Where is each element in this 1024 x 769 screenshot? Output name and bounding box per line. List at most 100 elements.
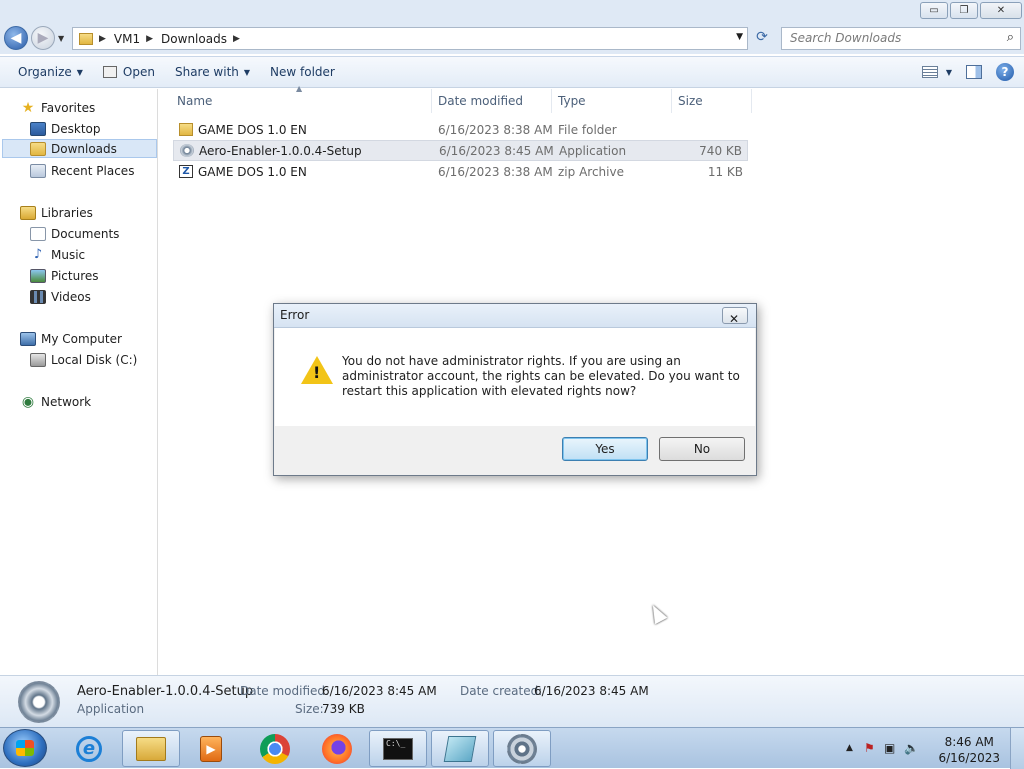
nav-libraries-label: Libraries <box>41 205 93 220</box>
file-date: 6/16/2023 8:45 AM <box>439 143 554 158</box>
nav-network[interactable]: ◉ Network <box>20 392 91 411</box>
taskbar-chrome[interactable] <box>246 730 304 767</box>
details-pane: Aero-Enabler-1.0.0.4-Setup Application D… <box>0 675 1024 727</box>
nav-favorites[interactable]: ★ Favorites <box>20 98 96 117</box>
nav-downloads[interactable]: Downloads <box>2 139 157 158</box>
clock[interactable]: 8:46 AM 6/16/2023 <box>938 734 1000 766</box>
taskbar-notepad[interactable] <box>431 730 489 767</box>
firefox-icon <box>322 733 352 764</box>
column-header-size[interactable]: Size <box>670 89 752 113</box>
nav-local-disk-label: Local Disk (C:) <box>51 352 138 367</box>
column-header-type[interactable]: Type <box>550 89 672 113</box>
breadcrumb-separator-icon[interactable]: ▶ <box>146 34 153 44</box>
nav-documents[interactable]: Documents <box>30 224 119 243</box>
maximize-button[interactable]: ❐ <box>950 2 978 19</box>
action-center-flag-icon[interactable]: ⚑ <box>864 741 875 755</box>
taskbar: e ▶ C:\_ ▲ ⚑ ▣ 🔈 8:46 AM 6/16/2023 <box>0 727 1024 769</box>
file-size: 740 KB <box>699 143 742 158</box>
file-row[interactable]: Aero-Enabler-1.0.0.4-Setup 6/16/2023 8:4… <box>173 140 748 161</box>
file-row[interactable]: Z GAME DOS 1.0 EN 6/16/2023 8:38 AM zip … <box>173 161 748 182</box>
close-button[interactable]: ✕ <box>980 2 1022 19</box>
nav-my-computer[interactable]: My Computer <box>20 329 122 348</box>
recent-pages-dropdown-icon[interactable]: ▼ <box>58 34 64 43</box>
address-bar[interactable]: ▶ VM1 ▶ Downloads ▶ ▼ <box>72 27 748 50</box>
dialog-body: ! You do not have administrator rights. … <box>275 328 755 426</box>
details-file-kind: Application <box>77 702 145 716</box>
dialog-title: Error <box>280 308 310 322</box>
network-globe-icon: ◉ <box>21 393 35 410</box>
nav-videos-label: Videos <box>51 289 91 304</box>
film-icon <box>30 289 46 304</box>
chevron-down-icon: ▼ <box>243 67 251 77</box>
window-titlebar: ▭ ❐ ✕ <box>0 0 1024 24</box>
search-input[interactable]: Search Downloads ⌕ <box>781 27 1021 50</box>
media-player-icon: ▶ <box>200 735 222 762</box>
chevron-down-icon: ▼ <box>76 67 83 77</box>
taskbar-firefox[interactable] <box>308 730 366 767</box>
file-name: GAME DOS 1.0 EN <box>198 164 307 179</box>
start-button[interactable] <box>3 729 47 767</box>
open-icon <box>102 66 117 78</box>
dialog-message: You do not have administrator rights. If… <box>342 354 740 398</box>
refresh-icon[interactable]: ⟳ <box>752 29 772 49</box>
share-with-button[interactable]: Share with ▼ <box>165 57 260 87</box>
network-status-icon[interactable]: ▣ <box>884 741 895 755</box>
help-icon[interactable]: ? <box>996 63 1014 81</box>
preview-pane-icon[interactable] <box>966 65 982 79</box>
address-dropdown-icon[interactable]: ▼ <box>736 32 743 42</box>
setup-gear-icon <box>507 733 537 764</box>
open-button[interactable]: Open <box>93 57 165 87</box>
file-row[interactable]: GAME DOS 1.0 EN 6/16/2023 8:38 AM File f… <box>173 119 748 140</box>
dialog-close-button[interactable]: ✕ <box>722 307 748 326</box>
new-folder-button[interactable]: New folder <box>260 57 345 87</box>
column-header-name[interactable]: Name <box>169 89 432 113</box>
forward-arrow-icon: ▶ <box>37 30 49 46</box>
forward-button[interactable]: ▶ <box>31 26 55 50</box>
nav-music[interactable]: ♪ Music <box>30 245 85 264</box>
minimize-button[interactable]: ▭ <box>920 2 948 19</box>
show-desktop-button[interactable] <box>1010 728 1024 769</box>
nav-local-disk[interactable]: Local Disk (C:) <box>30 350 137 369</box>
share-with-label: Share with <box>174 65 239 79</box>
nav-my-computer-label: My Computer <box>41 331 122 346</box>
file-date: 6/16/2023 8:38 AM <box>438 122 553 137</box>
nav-music-label: Music <box>51 247 86 262</box>
breadcrumb-separator-icon[interactable]: ▶ <box>99 34 106 44</box>
organize-button[interactable]: Organize ▼ <box>0 57 93 87</box>
music-note-icon: ♪ <box>33 246 43 262</box>
taskbar-media-player[interactable]: ▶ <box>182 730 240 767</box>
breadcrumb-vm1[interactable]: VM1 <box>114 32 140 46</box>
window-controls: ▭ ❐ ✕ <box>920 2 1022 19</box>
column-header-date[interactable]: Date modified <box>430 89 552 113</box>
file-type: File folder <box>558 122 617 137</box>
back-button[interactable]: ◀ <box>4 26 28 50</box>
zip-icon: Z <box>179 165 193 178</box>
breadcrumb-separator-icon[interactable]: ▶ <box>233 34 240 44</box>
taskbar-setup-app[interactable] <box>493 730 551 767</box>
details-date-modified: 6/16/2023 8:45 AM <box>322 684 437 698</box>
documents-icon <box>30 226 46 241</box>
change-view-button[interactable]: ▼ <box>921 66 952 78</box>
yes-button[interactable]: Yes <box>562 437 648 461</box>
chevron-down-icon: ▼ <box>945 67 952 77</box>
nav-videos[interactable]: Videos <box>30 287 91 306</box>
folder-icon <box>79 32 93 45</box>
breadcrumb-downloads[interactable]: Downloads <box>161 32 227 46</box>
taskbar-internet-explorer[interactable]: e <box>60 730 118 767</box>
nav-documents-label: Documents <box>51 226 120 241</box>
taskbar-windows-explorer[interactable] <box>122 730 180 767</box>
nav-libraries[interactable]: Libraries <box>20 203 93 222</box>
taskbar-command-prompt[interactable]: C:\_ <box>369 730 427 767</box>
internet-explorer-icon: e <box>76 735 102 762</box>
address-row: ◀ ▶ ▼ ▶ VM1 ▶ Downloads ▶ ▼ ⟳ Search Dow… <box>0 24 1024 54</box>
chrome-icon <box>260 733 290 764</box>
nav-desktop[interactable]: Desktop <box>30 119 101 138</box>
dialog-titlebar: Error ✕ <box>274 304 756 328</box>
nav-recent-places[interactable]: Recent Places <box>30 161 134 180</box>
volume-muted-icon[interactable]: 🔈 <box>904 741 919 755</box>
nav-pictures[interactable]: Pictures <box>30 266 99 285</box>
no-button[interactable]: No <box>659 437 745 461</box>
windows-explorer-icon <box>136 736 166 761</box>
show-hidden-icons-icon[interactable]: ▲ <box>846 743 853 753</box>
search-icon[interactable]: ⌕ <box>1007 30 1014 45</box>
